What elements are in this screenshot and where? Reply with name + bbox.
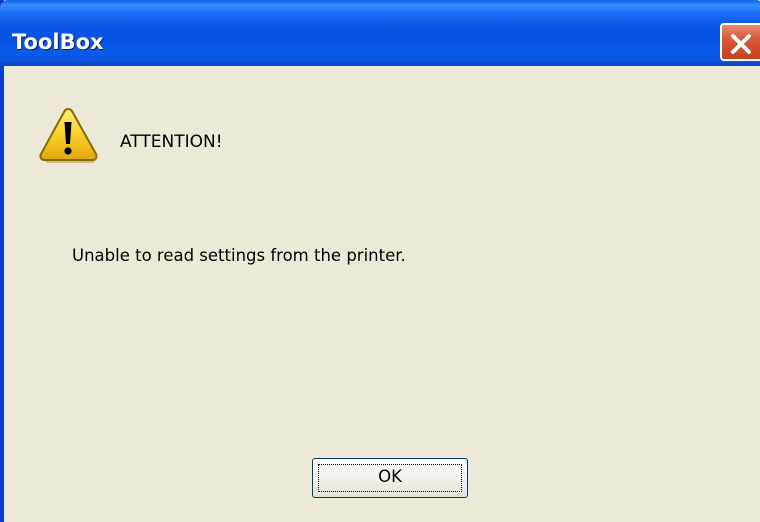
warning-icon	[39, 107, 98, 163]
window-title: ToolBox	[12, 30, 104, 54]
dialog-window: ToolBox ATTENTION! Unable to read settin…	[0, 0, 760, 522]
ok-button-label: OK	[378, 467, 402, 486]
ok-button[interactable]: OK	[312, 458, 468, 498]
close-button[interactable]	[720, 23, 760, 61]
error-message: Unable to read settings from the printer…	[72, 246, 406, 265]
title-bar[interactable]: ToolBox	[0, 0, 760, 66]
close-icon	[731, 34, 751, 54]
dialog-body: ATTENTION! Unable to read settings from …	[4, 66, 760, 522]
attention-heading: ATTENTION!	[120, 132, 223, 152]
